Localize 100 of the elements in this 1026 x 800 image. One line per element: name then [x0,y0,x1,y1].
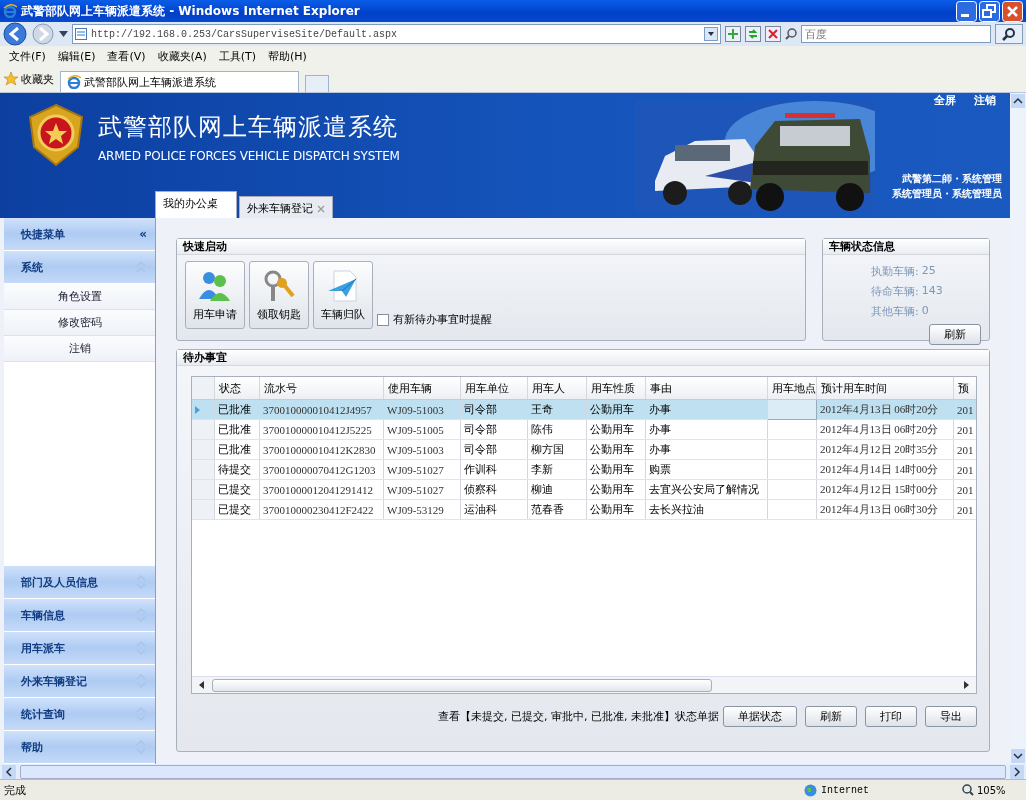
scroll-left-icon [2,764,16,779]
caret-icon [59,31,68,37]
sidebar-item[interactable]: 修改密码 [4,310,155,336]
table-cell: 柳迪 [527,479,587,500]
column-header[interactable]: 用车人 [527,377,587,400]
table-cell: 201 [953,419,976,440]
status-label: 待命车辆: [871,284,919,299]
toolbar-button[interactable]: 刷新 [805,706,857,727]
header-link[interactable]: 注销 [974,93,996,108]
row-header[interactable] [192,419,215,440]
table-cell: WJ09-51027 [383,459,461,480]
row-header[interactable] [192,439,215,460]
table-cell: 已批准 [214,439,260,460]
table-cell: 公勤用车 [586,459,646,480]
table-cell [767,459,817,480]
refresh-button[interactable]: 刷新 [929,324,981,345]
table-cell: 2012年4月13日 06时20分 [816,419,954,440]
globe-icon [804,783,817,797]
menu-item[interactable]: 编辑(E) [57,48,96,64]
status-value: 25 [921,264,936,279]
address-field[interactable]: http://192.168.0.253/CarsSuperviseSite/Default.aspx [72,24,721,44]
table-cell: 购票 [645,459,768,480]
column-header[interactable]: 预计用车时间 [816,377,954,400]
table-cell: 公勤用车 [586,479,646,500]
column-header[interactable]: 用车单位 [460,377,528,400]
close-icon [1002,0,1023,22]
table-cell: 作训科 [460,459,528,480]
scroll-left-icon [198,681,206,689]
column-header[interactable]: 预 [953,377,976,400]
table-cell: 201 [953,499,976,520]
column-header[interactable]: 状态 [214,377,260,400]
menu-item[interactable]: 收藏夹(A) [157,48,207,64]
toolbar-button[interactable]: 单据状态 [723,706,797,727]
table-cell [767,439,817,460]
refresh-icon [745,26,761,42]
column-header[interactable]: 流水号 [259,377,384,400]
table-cell: WJ09-51003 [383,439,461,460]
browser-tab[interactable]: 武警部队网上车辆派遣系统 [60,71,299,92]
menu-item[interactable]: 查看(V) [107,48,146,64]
menu-item[interactable]: 工具(T) [218,48,256,64]
table-cell: 37001000012041291412 [259,479,384,500]
zoom-control[interactable]: 105% [962,784,1022,796]
page-tab[interactable]: 外来车辆登记 [239,196,333,218]
quick-launch-button[interactable]: 车辆归队 [313,261,373,329]
vertical-scrollbar[interactable] [1010,93,1026,764]
menu-item[interactable]: 帮助(H) [268,48,307,64]
row-header [192,377,215,400]
collapse-button[interactable]: « [139,227,147,241]
column-header[interactable]: 用车地点 [767,377,817,400]
column-header[interactable]: 用车性质 [586,377,646,400]
reminder-checkbox[interactable]: 有新待办事宜时提醒 [377,312,492,327]
panel-title: 快速启动 [177,239,805,255]
toolbar-button[interactable]: 导出 [925,706,977,727]
page-tab[interactable]: 我的办公桌 [155,191,237,218]
favorites-button[interactable]: 收藏夹 [4,68,54,90]
row-pointer-icon [195,405,200,414]
sidebar-group[interactable]: 用车派车 [4,632,155,665]
sidebar-group[interactable]: 帮助 [4,731,155,764]
group-label: 用车派车 [21,640,65,656]
group-label: 统计查询 [21,706,65,722]
sidebar-item[interactable]: 注销 [4,336,155,362]
status-value: 143 [921,284,943,299]
table-cell: 201 [953,459,976,480]
table-cell: 运油科 [460,499,528,520]
row-header[interactable] [192,479,215,500]
table-cell: 陈伟 [527,419,587,440]
table-cell [767,479,817,500]
horizontal-scrollbar[interactable] [192,676,976,693]
column-header[interactable]: 事由 [645,377,768,400]
new-tab-button[interactable] [305,75,329,92]
table-cell: 去宜兴公安局了解情况 [645,479,768,500]
header-link[interactable]: 全屏 [934,93,956,108]
table-cell: 司令部 [460,439,528,460]
users-icon [198,269,232,303]
sidebar-group[interactable]: 部门及人员信息 [4,566,155,599]
user-info: 武警第二師・系统管理 [901,172,1002,186]
sidebar-group[interactable]: 外来车辆登记 [4,665,155,698]
table-cell: 2012年4月14日 14时00分 [816,459,954,480]
search-field[interactable]: 百度 [801,25,991,43]
scroll-thumb[interactable] [212,678,712,692]
row-header[interactable] [192,459,215,480]
sidebar-group[interactable]: 车辆信息 [4,599,155,632]
column-header[interactable]: 使用车辆 [383,377,461,400]
row-header[interactable] [192,399,215,420]
key-icon [262,269,296,303]
paper-plane-icon [326,269,360,303]
search-button[interactable] [995,24,1023,44]
scroll-down-icon [1011,749,1025,763]
row-header[interactable] [192,499,215,520]
table-cell: 已批准 [214,419,260,440]
sidebar-item[interactable]: 角色设置 [4,284,155,310]
sidebar-group[interactable]: 统计查询 [4,698,155,731]
quick-launch-button[interactable]: 领取钥匙 [249,261,309,329]
page-icon [75,28,87,40]
quick-launch-button[interactable]: 用车申请 [185,261,245,329]
status-text: 完成 [4,782,27,798]
sidebar-group[interactable]: 系统 [4,251,155,284]
toolbar-button[interactable]: 打印 [865,706,917,727]
system-subtitle: ARMED POLICE FORCES VEHICLE DISPATCH SYSTEM [98,149,400,163]
menu-item[interactable]: 文件(F) [9,48,46,64]
